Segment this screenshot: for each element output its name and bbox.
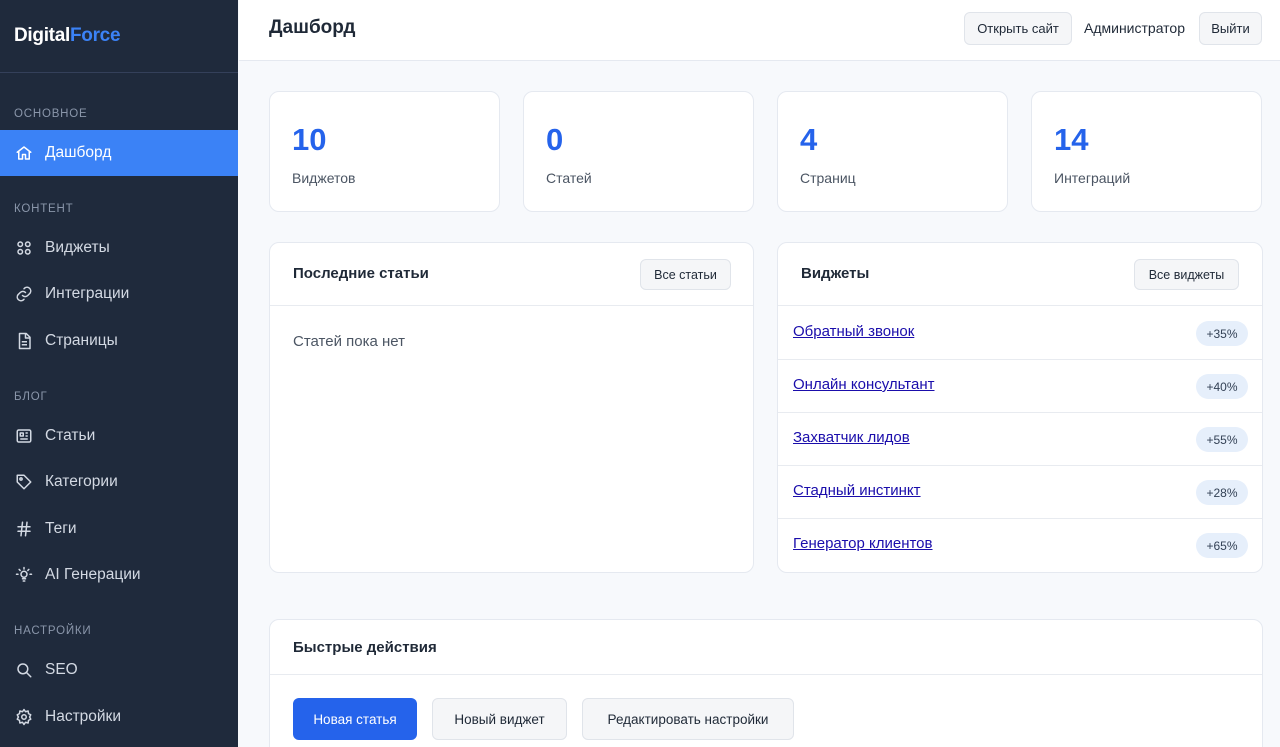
- gear-icon: [16, 708, 32, 726]
- empty-state-text: Статей пока нет: [293, 333, 406, 350]
- sidebar-item-label: Категории: [45, 473, 118, 490]
- all-widgets-button[interactable]: Все виджеты: [1134, 259, 1239, 290]
- sidebar-item-label: Настройки: [45, 708, 122, 725]
- status-badge: +28%: [1196, 480, 1248, 505]
- sidebar-section-settings: НАСТРОЙКИ: [14, 625, 92, 637]
- sidebar-item-settings[interactable]: Настройки: [0, 694, 238, 740]
- grid-icon: [17, 241, 31, 255]
- stat-card-pages: 4 Страниц: [777, 91, 1008, 212]
- sidebar-item-label: AI Генерации: [45, 566, 141, 583]
- link-icon: [16, 286, 32, 302]
- sidebar-item-articles[interactable]: Статьи: [0, 413, 238, 459]
- stat-card-integrations: 14 Интеграций: [1031, 91, 1262, 212]
- stat-card-widgets: 10 Виджетов: [269, 91, 500, 212]
- newspaper-icon: [16, 429, 32, 443]
- widget-link[interactable]: Стадный инстинкт: [793, 482, 921, 499]
- sidebar-item-label: Страницы: [45, 332, 118, 349]
- sidebar-item-pages[interactable]: Страницы: [0, 318, 238, 364]
- status-badge: +55%: [1196, 427, 1248, 452]
- logout-button[interactable]: Выйти: [1199, 12, 1262, 45]
- recent-articles-panel: Последние статьи Все статьи Статей пока …: [269, 242, 754, 573]
- top-header: Дашборд Открыть сайт Администратор Выйти: [239, 0, 1280, 61]
- list-item: Онлайн консультант +40%: [778, 360, 1262, 413]
- new-widget-button[interactable]: Новый виджет: [432, 698, 567, 740]
- list-item: Стадный инстинкт +28%: [778, 466, 1262, 519]
- sidebar-item-label: Виджеты: [45, 239, 110, 256]
- panel-title: Быстрые действия: [293, 639, 437, 656]
- stat-label: Статей: [546, 170, 592, 186]
- list-item: Захватчик лидов +55%: [778, 413, 1262, 466]
- sidebar-section-blog: БЛОГ: [14, 391, 48, 403]
- hash-icon: [17, 521, 31, 537]
- sidebar-item-dashboard[interactable]: Дашборд: [0, 130, 238, 176]
- status-badge: +35%: [1196, 321, 1248, 346]
- sidebar-section-content: КОНТЕНТ: [14, 203, 74, 215]
- status-badge: +65%: [1196, 533, 1248, 558]
- stat-value: 4: [800, 122, 818, 157]
- tag-icon: [16, 474, 32, 490]
- sidebar-item-ai-generations[interactable]: AI Генерации: [0, 552, 238, 598]
- brand-logo-part2: Force: [69, 25, 121, 46]
- all-articles-button[interactable]: Все статьи: [640, 259, 731, 290]
- stat-value: 0: [546, 122, 564, 157]
- quick-actions-panel: Быстрые действия Новая статья Новый видж…: [269, 619, 1263, 747]
- user-name[interactable]: Администратор: [1084, 20, 1185, 36]
- sidebar-item-label: Теги: [45, 520, 77, 537]
- sidebar-item-seo[interactable]: SEO: [0, 647, 238, 693]
- stat-label: Интеграций: [1054, 170, 1131, 186]
- sidebar-item-label: Дашборд: [45, 144, 112, 161]
- sidebar-item-widgets[interactable]: Виджеты: [0, 225, 238, 271]
- home-icon: [16, 146, 32, 160]
- list-item: Генератор клиентов +65%: [778, 519, 1262, 572]
- stat-label: Виджетов: [292, 170, 356, 186]
- panel-title: Виджеты: [801, 265, 870, 282]
- widgets-panel: Виджеты Все виджеты Обратный звонок +35%…: [777, 242, 1263, 573]
- brand-logo-part1: Digital: [14, 25, 70, 46]
- search-icon: [17, 663, 32, 678]
- panel-header: Быстрые действия: [270, 620, 1262, 675]
- status-badge: +40%: [1196, 374, 1248, 399]
- lightbulb-icon: [15, 566, 33, 582]
- open-site-button[interactable]: Открыть сайт: [964, 12, 1072, 45]
- stat-value: 14: [1054, 122, 1089, 157]
- widget-link[interactable]: Генератор клиентов: [793, 535, 933, 552]
- list-item: Обратный звонок +35%: [778, 307, 1262, 360]
- new-article-button[interactable]: Новая статья: [293, 698, 417, 740]
- sidebar-item-tags[interactable]: Теги: [0, 506, 238, 552]
- sidebar-item-label: Статьи: [45, 427, 96, 444]
- stat-label: Страниц: [800, 170, 856, 186]
- stat-value: 10: [292, 122, 327, 157]
- panel-title: Последние статьи: [293, 265, 429, 282]
- widget-link[interactable]: Захватчик лидов: [793, 429, 910, 446]
- widget-link[interactable]: Обратный звонок: [793, 323, 914, 340]
- widget-link[interactable]: Онлайн консультант: [793, 376, 935, 393]
- file-icon: [18, 332, 31, 350]
- page-title: Дашборд: [269, 17, 356, 38]
- sidebar-item-integrations[interactable]: Интеграции: [0, 271, 238, 317]
- panel-header: Виджеты Все виджеты: [778, 243, 1262, 306]
- sidebar-item-label: Интеграции: [45, 285, 130, 302]
- edit-settings-button[interactable]: Редактировать настройки: [582, 698, 794, 740]
- sidebar: Digital Force ОСНОВНОЕ Дашборд КОНТЕНТ Ви…: [0, 0, 238, 747]
- stat-card-articles: 0 Статей: [523, 91, 754, 212]
- sidebar-item-categories[interactable]: Категории: [0, 459, 238, 505]
- sidebar-item-label: SEO: [45, 661, 78, 678]
- sidebar-section-main: ОСНОВНОЕ: [14, 108, 88, 120]
- brand-logo[interactable]: Digital Force: [0, 0, 238, 73]
- panel-header: Последние статьи Все статьи: [270, 243, 753, 306]
